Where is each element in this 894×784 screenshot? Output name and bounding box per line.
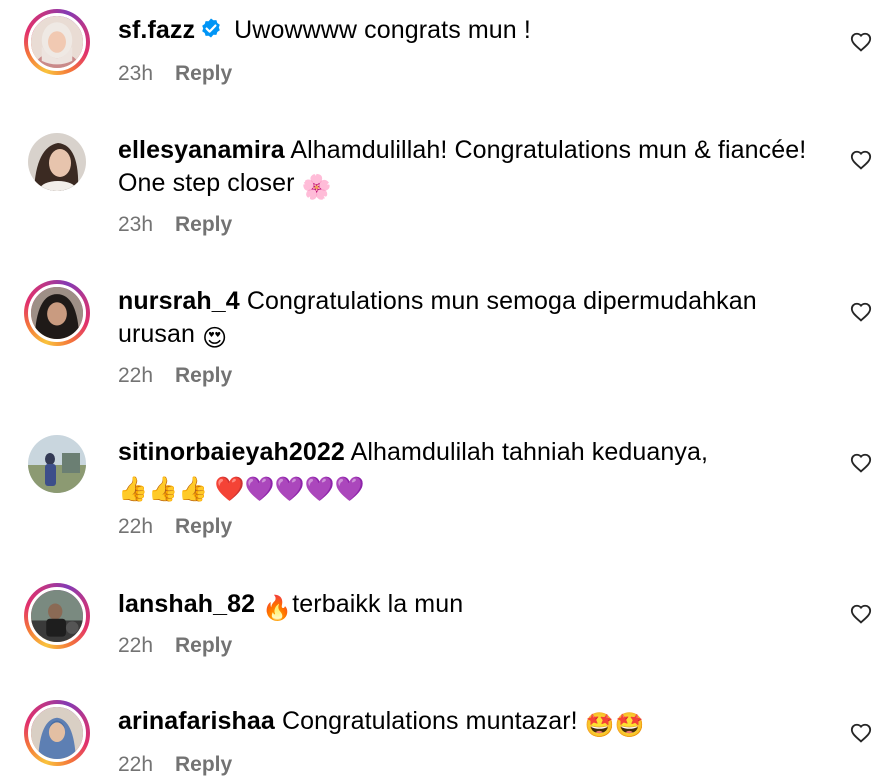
comment-meta: 22h Reply [118, 634, 232, 658]
verified-badge-icon [199, 17, 223, 41]
comment-text-block: nursrah_4 Congratulations mun semoga dip… [118, 285, 818, 351]
heart-outline-icon[interactable] [850, 301, 872, 323]
heart-outline-icon[interactable] [850, 149, 872, 171]
heart-outline-icon[interactable] [850, 603, 872, 625]
comment-text-block: sitinorbaieyah2022 Alhamdulilah tahniah … [118, 436, 818, 502]
avatar[interactable] [28, 587, 86, 645]
comment-timestamp[interactable]: 22h [118, 364, 158, 388]
reply-button[interactable]: Reply [175, 753, 232, 776]
comment-emoji: 👍👍👍 ❤️💜💜💜💜 [118, 476, 365, 503]
comment-timestamp[interactable]: 23h [118, 62, 158, 86]
reply-button[interactable]: Reply [175, 364, 232, 387]
comment-timestamp[interactable]: 22h [118, 634, 158, 658]
comment-text-block: sf.fazz Uwowwww congrats mun ! [118, 14, 818, 47]
heart-outline-icon[interactable] [850, 452, 872, 474]
avatar-story-ring[interactable] [24, 280, 90, 346]
comment-emoji: 🌸 [301, 174, 332, 201]
reply-button[interactable]: Reply [175, 515, 232, 538]
comment-timestamp[interactable]: 22h [118, 515, 158, 539]
comment-meta: 22h Reply [118, 515, 232, 539]
avatar-story-ring[interactable] [24, 9, 90, 75]
comment-emoji: 🔥 [262, 595, 293, 622]
comment-timestamp[interactable]: 22h [118, 753, 158, 777]
comment-meta: 22h Reply [118, 364, 232, 388]
reply-button[interactable]: Reply [175, 213, 232, 236]
comment-meta: 22h Reply [118, 753, 232, 777]
comment-meta: 23h Reply [118, 62, 232, 86]
avatar[interactable] [28, 13, 86, 71]
comment-body: Congratulations muntazar! [282, 707, 578, 735]
reply-button[interactable]: Reply [175, 634, 232, 657]
comment-meta: 23h Reply [118, 213, 232, 237]
comment-timestamp[interactable]: 23h [118, 213, 158, 237]
comment-username[interactable]: ellesyanamira [118, 136, 285, 164]
comment-username[interactable]: lanshah_82 [118, 590, 255, 618]
comment-emoji: 🤩🤩 [584, 712, 645, 739]
comment-text-block: ellesyanamira Alhamdulillah! Congratulat… [118, 134, 818, 200]
reply-button[interactable]: Reply [175, 62, 232, 85]
comment-username[interactable]: arinafarishaa [118, 707, 275, 735]
avatar[interactable] [28, 284, 86, 342]
avatar-story-ring[interactable] [24, 583, 90, 649]
comment-body: Uwowwww congrats mun ! [234, 16, 531, 44]
avatar-ring[interactable] [24, 431, 90, 497]
heart-outline-icon[interactable] [850, 31, 872, 53]
comment-body: Alhamdulilah tahniah keduanya, [350, 438, 709, 466]
comment-body: terbaikk la mun [292, 590, 464, 618]
comment-emoji: 😍 [202, 325, 228, 352]
avatar[interactable] [28, 435, 86, 493]
comment-username[interactable]: nursrah_4 [118, 287, 240, 315]
avatar[interactable] [28, 704, 86, 762]
comment-username[interactable]: sf.fazz [118, 16, 195, 44]
comment-username[interactable]: sitinorbaieyah2022 [118, 438, 345, 466]
avatar[interactable] [28, 133, 86, 191]
heart-outline-icon[interactable] [850, 722, 872, 744]
avatar-ring[interactable] [24, 129, 90, 195]
comment-text-block: arinafarishaa Congratulations muntazar! … [118, 705, 818, 738]
comment-text-block: lanshah_82 🔥terbaikk la mun [118, 588, 818, 621]
avatar-story-ring[interactable] [24, 700, 90, 766]
